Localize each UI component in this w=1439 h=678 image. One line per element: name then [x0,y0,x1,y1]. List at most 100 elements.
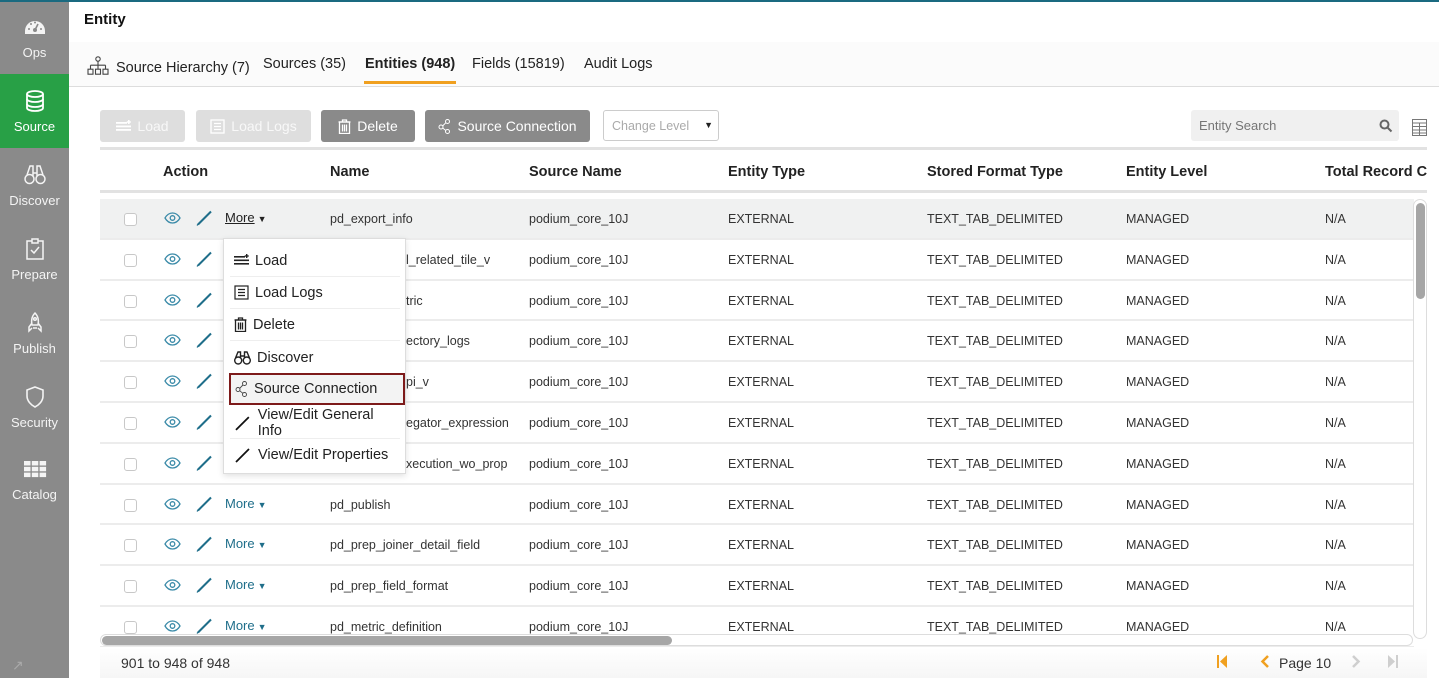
menu-item-discover[interactable]: Discover [230,342,400,374]
tab-audit-logs[interactable]: Audit Logs [584,56,653,72]
edit-pencil-icon[interactable] [196,209,213,229]
more-actions-button[interactable]: More ▼ [225,577,267,592]
edit-pencil-icon[interactable] [196,454,213,474]
more-actions-button[interactable]: More ▼ [225,536,267,551]
table-row[interactable]: More ▼ pd_publish podium_core_10J EXTERNAL TE… [100,485,1414,526]
menu-item-label: Load [255,252,288,269]
edit-pencil-icon[interactable] [196,576,213,596]
sidebar-item-ops[interactable]: Ops [0,0,69,74]
sidebar-item-publish[interactable]: Publish [0,296,69,370]
menu-item-load[interactable]: Load [230,245,400,277]
entity-search-input[interactable] [1191,110,1399,141]
eye-icon[interactable] [164,334,181,349]
row-checkbox[interactable] [124,539,137,553]
table-row[interactable]: More ▼ pd_prep_field_format podium_core_10J… [100,566,1414,607]
more-actions-button[interactable]: More ▼ [225,210,267,225]
row-checkbox[interactable] [124,416,137,430]
menu-item-view-edit-properties[interactable]: View/Edit Properties [230,439,400,471]
cell-total-record-count: N/A [1325,619,1346,634]
more-actions-button[interactable]: More ▼ [225,618,267,633]
more-actions-button[interactable]: More ▼ [225,496,267,511]
eye-icon[interactable] [164,538,181,553]
edit-pencil-icon[interactable] [196,495,213,515]
menu-item-delete[interactable]: Delete [230,309,400,341]
button-label: Load Logs [231,118,297,134]
edit-pencil-icon[interactable] [196,250,213,270]
eye-icon[interactable] [164,457,181,472]
cell-name: tric [406,293,423,308]
binoculars-icon [234,350,251,365]
more-label: More [225,536,255,552]
cell-entity-level: MANAGED [1126,415,1190,430]
load-icon [234,254,249,265]
eye-icon[interactable] [164,497,181,513]
row-checkbox[interactable] [124,580,137,594]
row-checkbox[interactable] [124,498,137,512]
column-header-action[interactable]: Action [163,164,208,180]
cell-source-name: podium_core_10J [529,538,629,553]
sidebar-item-prepare[interactable]: Prepare [0,222,69,296]
sidebar-label: Ops [22,44,47,60]
row-checkbox[interactable] [124,253,137,267]
row-checkbox[interactable] [124,620,137,634]
edit-pencil-icon[interactable] [196,413,213,433]
previous-page-icon[interactable] [1260,655,1270,671]
sidebar-item-security[interactable]: Security [0,370,69,444]
column-header-stored-format-type[interactable]: Stored Format Type [927,164,1063,180]
column-header-source-name[interactable]: Source Name [529,164,622,180]
row-checkbox[interactable] [124,457,137,471]
edit-pencil-icon[interactable] [196,535,213,555]
menu-item-view-edit-general-info[interactable]: View/Edit General Info [230,407,400,439]
eye-icon[interactable] [164,212,181,227]
tab-fields[interactable]: Fields (15819) [472,56,565,72]
menu-item-source-connection[interactable]: Source Connection [229,373,405,405]
eye-icon[interactable] [164,416,181,431]
tab-sources[interactable]: Sources (35) [263,56,346,72]
change-level-select[interactable]: Change Level ▼ [603,110,719,141]
table-row[interactable]: More ▼ pd_export_info podium_core_10J EXTERN… [100,199,1414,240]
trash-icon [338,118,351,134]
row-checkbox[interactable] [124,294,137,308]
edit-pencil-icon[interactable] [196,291,213,311]
column-header-name[interactable]: Name [330,164,370,180]
eye-icon[interactable] [164,620,181,635]
menu-item-load-logs[interactable]: Load Logs [230,277,400,309]
table-row[interactable]: More ▼ pd_prep_joiner_detail_field podium_c… [100,525,1414,567]
eye-icon[interactable] [164,375,181,390]
load-logs-button[interactable]: Load Logs [196,110,311,142]
sidebar-item-catalog[interactable]: Catalog [0,442,69,516]
horizontal-scrollbar-thumb[interactable] [102,636,672,645]
eye-icon[interactable] [164,579,181,594]
sidebar-item-source[interactable]: Source [0,74,69,148]
last-page-icon[interactable] [1387,655,1399,671]
cell-total-record-count: N/A [1325,415,1346,430]
first-page-icon[interactable] [1216,655,1228,671]
tab-entities[interactable]: Entities (948) [363,56,457,84]
load-button[interactable]: Load [100,110,185,142]
caret-down-icon: ▼ [257,499,267,510]
column-header-entity-level[interactable]: Entity Level [1126,164,1207,180]
tab-source-hierarchy[interactable]: Source Hierarchy (7) [87,56,250,76]
cell-source-name: podium_core_10J [529,334,629,349]
source-connection-button[interactable]: Source Connection [425,110,590,142]
column-header-total-record-count[interactable]: Total Record Cou [1325,164,1427,180]
delete-button[interactable]: Delete [321,110,415,142]
vertical-scrollbar-thumb[interactable] [1416,203,1425,299]
row-checkbox[interactable] [124,376,137,390]
sidebar-label: Prepare [11,266,58,282]
horizontal-scrollbar[interactable] [100,634,1413,646]
edit-pencil-icon[interactable] [196,331,213,351]
row-checkbox[interactable] [124,213,137,226]
expand-sidebar-icon[interactable]: ↗ [12,657,24,674]
row-checkbox[interactable] [124,335,137,349]
eye-icon[interactable] [164,293,181,309]
edit-pencil-icon[interactable] [196,372,213,392]
more-actions-menu: Load Load Logs Delete Discover Source Co… [223,238,406,474]
column-settings-icon[interactable] [1412,119,1427,136]
vertical-scrollbar[interactable] [1413,199,1427,639]
column-header-entity-type[interactable]: Entity Type [728,164,805,180]
next-page-icon[interactable] [1351,655,1361,671]
search-icon[interactable] [1379,119,1393,133]
sidebar-item-discover[interactable]: Discover [0,148,69,222]
eye-icon[interactable] [164,253,181,268]
